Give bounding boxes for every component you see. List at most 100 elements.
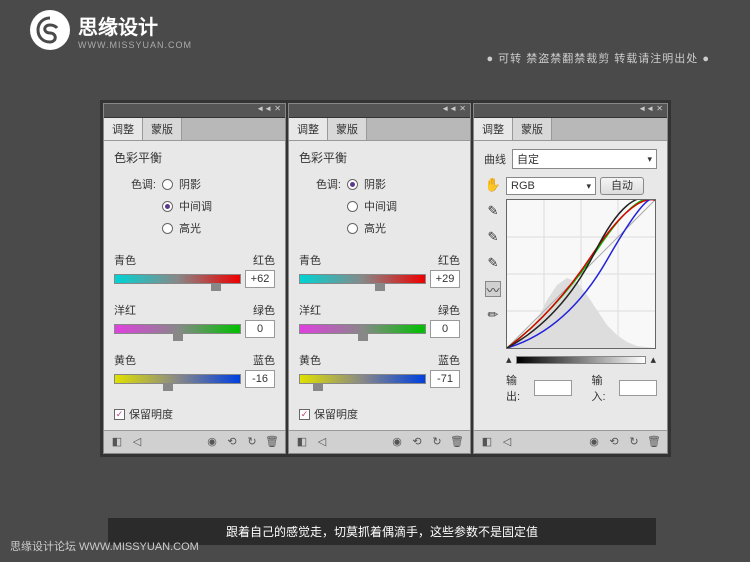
panel-tabs: 调整 蒙版 — [289, 118, 470, 141]
slider-thumb[interactable] — [358, 333, 368, 341]
slider-thumb[interactable] — [375, 283, 385, 291]
layer-icon[interactable]: ◧ — [295, 435, 309, 449]
label-magenta: 洋红 — [299, 302, 321, 318]
radio-label-highlights: 高光 — [179, 220, 201, 236]
panel-tabs: 调整 蒙版 — [104, 118, 285, 141]
slider-track-cr[interactable] — [299, 274, 426, 284]
panel-titlebar[interactable] — [104, 104, 285, 118]
tone-row-highlights: 高光 — [124, 220, 275, 236]
value-yb[interactable]: -71 — [430, 370, 460, 388]
checkbox-preserve[interactable]: ✓ — [299, 409, 310, 420]
channel-dropdown[interactable]: RGB — [506, 177, 596, 195]
label-green: 绿色 — [438, 302, 460, 318]
eyedropper-gray-icon[interactable]: ✎ — [485, 229, 501, 245]
section-title: 色彩平衡 — [114, 149, 275, 166]
preset-value: 自定 — [517, 151, 539, 167]
slider-thumb[interactable] — [211, 283, 221, 291]
panel-toolbar: ◧ ◁ ◉ ⟲ ↻ 🗑 — [289, 430, 470, 453]
tab-mask[interactable]: 蒙版 — [143, 118, 182, 140]
label-red: 红色 — [438, 252, 460, 268]
trash-icon[interactable]: 🗑 — [647, 435, 661, 449]
value-cr[interactable]: +62 — [245, 270, 275, 288]
value-yb[interactable]: -16 — [245, 370, 275, 388]
black-point-icon[interactable]: ▴ — [506, 353, 512, 366]
curves-graph[interactable] — [506, 199, 656, 349]
radio-midtones[interactable] — [162, 201, 173, 212]
tone-label: 色调: — [309, 176, 341, 192]
layer-icon[interactable]: ◧ — [480, 435, 494, 449]
channel-value: RGB — [511, 180, 535, 192]
trash-icon[interactable]: 🗑 — [265, 435, 279, 449]
slider-thumb[interactable] — [173, 333, 183, 341]
label-yellow: 黄色 — [299, 352, 321, 368]
gradient-bar[interactable] — [516, 356, 647, 364]
footer-text: 思缘设计论坛 WWW.MISSYUAN.COM — [10, 538, 199, 554]
tab-adjust[interactable]: 调整 — [104, 118, 143, 140]
tab-adjust[interactable]: 调整 — [474, 118, 513, 140]
output-value[interactable] — [534, 380, 572, 396]
slider-track-cr[interactable] — [114, 274, 241, 284]
tab-adjust[interactable]: 调整 — [289, 118, 328, 140]
eye-icon[interactable]: ◉ — [587, 435, 601, 449]
refresh-icon[interactable]: ↻ — [430, 435, 444, 449]
pencil-icon[interactable]: ✏ — [485, 307, 501, 323]
brand-url: WWW.MISSYUAN.COM — [78, 40, 192, 50]
chevron-left-icon[interactable]: ◁ — [500, 435, 514, 449]
layer-icon[interactable]: ◧ — [110, 435, 124, 449]
value-cr[interactable]: +29 — [430, 270, 460, 288]
chevron-left-icon[interactable]: ◁ — [315, 435, 329, 449]
panel-titlebar[interactable] — [474, 104, 667, 118]
auto-button[interactable]: 自动 — [600, 177, 644, 195]
curve-point-icon[interactable]: 〰 — [485, 281, 501, 297]
panels-container: 调整 蒙版 色彩平衡 色调: 阴影 中间调 高光 — [100, 100, 671, 457]
tone-group: 色调: 阴影 中间调 高光 — [124, 176, 275, 236]
tab-mask[interactable]: 蒙版 — [328, 118, 367, 140]
slider-track-mg[interactable] — [299, 324, 426, 334]
checkbox-preserve[interactable]: ✓ — [114, 409, 125, 420]
radio-shadows[interactable] — [162, 179, 173, 190]
section-title: 色彩平衡 — [299, 149, 460, 166]
radio-midtones[interactable] — [347, 201, 358, 212]
curves-title: 曲线 — [484, 151, 506, 167]
refresh-icon[interactable]: ↻ — [627, 435, 641, 449]
radio-label-midtones: 中间调 — [364, 198, 397, 214]
white-point-icon[interactable]: ▴ — [650, 353, 656, 366]
trash-icon[interactable]: 🗑 — [450, 435, 464, 449]
radio-highlights[interactable] — [347, 223, 358, 234]
slider-track-yb[interactable] — [299, 374, 426, 384]
value-mg[interactable]: 0 — [430, 320, 460, 338]
reset-icon[interactable]: ⟲ — [225, 435, 239, 449]
input-value[interactable] — [619, 380, 657, 396]
logo-area: 思缘设计 WWW.MISSYUAN.COM — [30, 10, 192, 50]
tab-mask[interactable]: 蒙版 — [513, 118, 552, 140]
tone-row-shadows: 色调: 阴影 — [124, 176, 275, 192]
slider-thumb[interactable] — [313, 383, 323, 391]
reset-icon[interactable]: ⟲ — [410, 435, 424, 449]
eye-icon[interactable]: ◉ — [205, 435, 219, 449]
eyedropper-black-icon[interactable]: ✎ — [485, 203, 501, 219]
refresh-icon[interactable]: ↻ — [245, 435, 259, 449]
radio-label-highlights: 高光 — [364, 220, 386, 236]
label-cyan: 青色 — [114, 252, 136, 268]
hand-icon[interactable]: ✋ — [485, 177, 501, 193]
slider-track-mg[interactable] — [114, 324, 241, 334]
color-balance-panel-1: 调整 蒙版 色彩平衡 色调: 阴影 中间调 高光 — [103, 103, 286, 454]
radio-highlights[interactable] — [162, 223, 173, 234]
preset-dropdown[interactable]: 自定 — [512, 149, 657, 169]
panel-titlebar[interactable] — [289, 104, 470, 118]
radio-label-shadows: 阴影 — [179, 176, 201, 192]
value-mg[interactable]: 0 — [245, 320, 275, 338]
label-cyan: 青色 — [299, 252, 321, 268]
eye-icon[interactable]: ◉ — [390, 435, 404, 449]
chevron-left-icon[interactable]: ◁ — [130, 435, 144, 449]
slider-track-yb[interactable] — [114, 374, 241, 384]
slider-group: 青色红色 +62 洋红绿色 0 黄色蓝色 — [114, 252, 275, 388]
radio-label-shadows: 阴影 — [364, 176, 386, 192]
slider-thumb[interactable] — [163, 383, 173, 391]
top-notice: ● 可转 禁盗禁翻禁裁剪 转载请注明出处 ● — [486, 50, 710, 66]
radio-shadows[interactable] — [347, 179, 358, 190]
reset-icon[interactable]: ⟲ — [607, 435, 621, 449]
eyedropper-white-icon[interactable]: ✎ — [485, 255, 501, 271]
tone-label: 色调: — [124, 176, 156, 192]
checkbox-label: 保留明度 — [314, 406, 358, 422]
